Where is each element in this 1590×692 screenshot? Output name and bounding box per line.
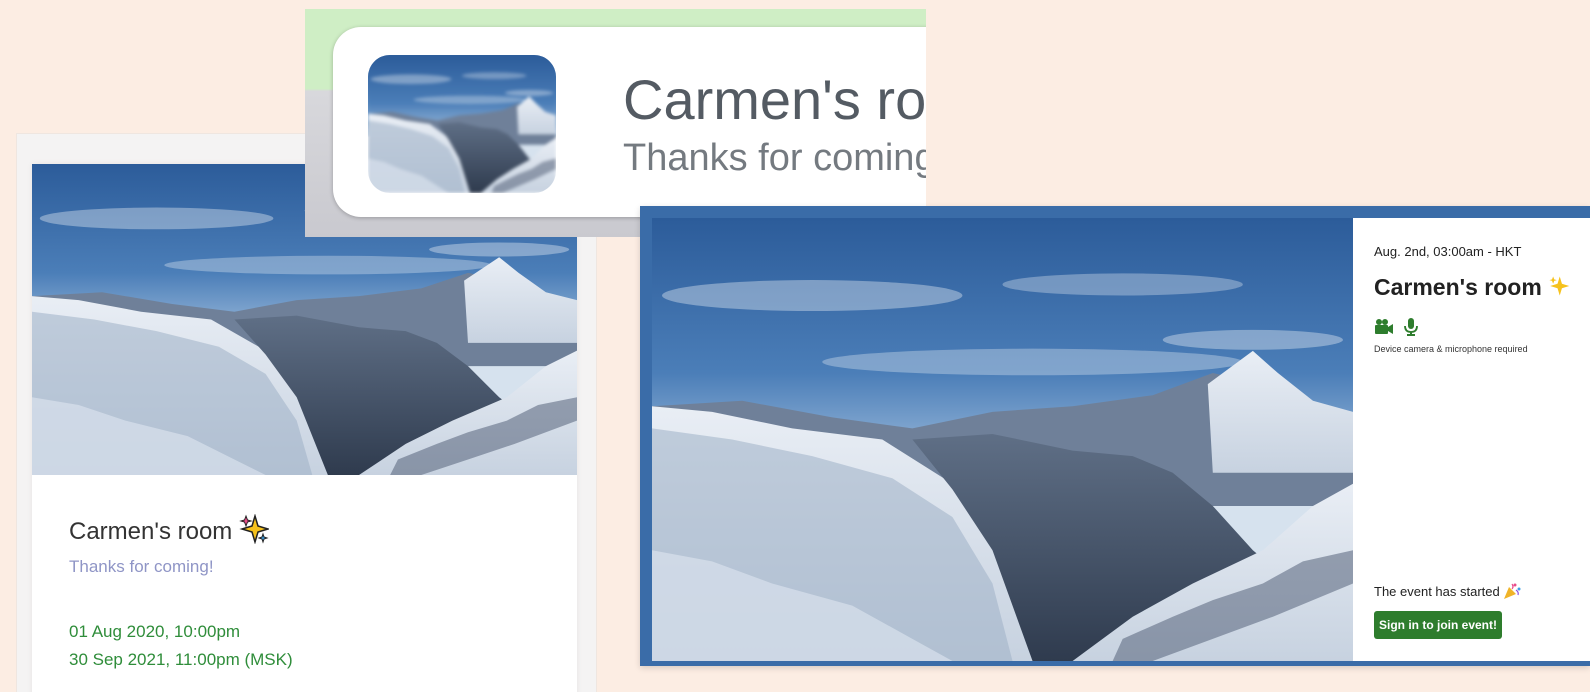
room-end-date: 30 Sep 2021, 11:00pm (MSK): [69, 650, 293, 669]
room-banner-zoom: Carmen's room Thanks for coming!: [305, 9, 926, 237]
banner-subtitle: Thanks for coming!: [623, 137, 926, 179]
sparkles-icon: [239, 513, 271, 551]
room-start-date: 01 Aug 2020, 10:00pm: [69, 622, 241, 641]
sign-in-join-button[interactable]: Sign in to join event!: [1374, 611, 1502, 639]
room-subtitle: Thanks for coming!: [69, 557, 214, 576]
microphone-icon: [1404, 318, 1422, 336]
room-thumbnail: [368, 55, 556, 193]
room-title: Carmen's room: [69, 513, 271, 551]
event-title: Carmen's room: [1374, 274, 1570, 303]
room-banner-pill[interactable]: Carmen's room Thanks for coming!: [333, 27, 926, 217]
banner-title: Carmen's room: [623, 68, 926, 131]
event-panel: Aug. 2nd, 03:00am - HKT Carmen's room De…: [640, 206, 1590, 666]
party-popper-icon: [1503, 582, 1521, 603]
room-card-inner: Carmen's room Thanks for coming! 01 Aug …: [32, 164, 577, 692]
event-status: The event has started: [1374, 582, 1521, 603]
event-info: Aug. 2nd, 03:00am - HKT Carmen's room De…: [1353, 218, 1590, 661]
event-cover-image: [652, 218, 1353, 661]
camera-icon: [1374, 318, 1393, 336]
sparkles-icon: [1548, 275, 1570, 303]
event-date: Aug. 2nd, 03:00am - HKT: [1374, 244, 1522, 259]
device-icons: [1374, 318, 1422, 336]
device-requirement: Device camera & microphone required: [1374, 344, 1528, 354]
